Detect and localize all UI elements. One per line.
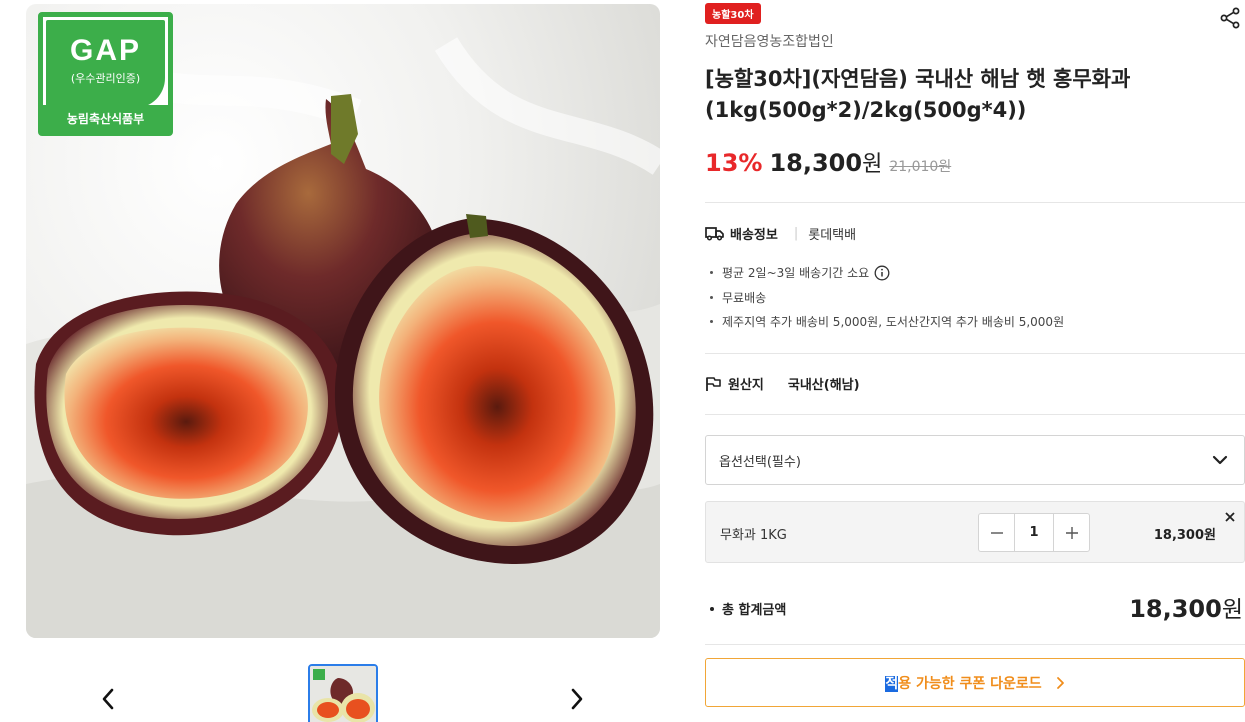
total-amount-unit: 원 [1221,597,1243,623]
price-row: 13% 18,300 원 21,010원 [705,146,951,178]
selected-option-price: 18,300원 [1153,528,1216,543]
close-icon [1225,512,1235,522]
chevron-down-icon [1212,455,1228,465]
quantity-value[interactable]: 1 [1014,514,1054,551]
coupon-download-button[interactable]: 적용 가능한 쿠폰 다운로드 [705,658,1245,707]
thumbnail-1[interactable] [308,664,378,722]
bullet-dot [710,606,714,611]
quantity-decrease-button[interactable] [979,514,1014,551]
gallery-prev-button[interactable] [94,684,122,714]
origin-label: 원산지 [728,378,764,393]
divider [705,644,1245,645]
shipping-label: 배송정보 [730,228,778,243]
share-icon [1220,7,1240,29]
origin-row: 원산지 국내산(해남) [705,374,860,393]
original-price: 21,010원 [889,159,952,175]
divider [705,353,1245,354]
extra-shipping-fee: 제주지역 추가 배송비 5,000원, 도서산간지역 추가 배송비 5,000원 [722,315,1065,329]
origin-value: 국내산(해남) [787,378,860,393]
shipping-details: 평균 2일~3일 배송기간 소요 무료배송 제주지역 추가 배송비 5,000원… [705,261,1064,335]
gap-certification-logo: GAP (우수관리인증) 농림축산식품부 [38,12,173,136]
share-button[interactable] [1218,6,1242,30]
option-select[interactable]: 옵션선택(필수) [705,435,1245,485]
free-shipping: 무료배송 [722,290,767,305]
total-label-text: 총 합계금액 [722,603,787,618]
divider [705,414,1245,415]
total-label: 총 합계금액 [710,599,786,618]
gap-subtitle: (우수관리인증) [70,72,141,85]
total-amount: 18,300원 [1129,590,1243,624]
total-amount-value: 18,300 [1129,595,1222,623]
chevron-right-icon [1056,676,1065,690]
product-info-panel: 농할30차 자연담음영농조합법인 [농할30차](자연담음) 국내산 해남 햇 … [705,0,1245,722]
divider [705,202,1245,203]
gap-ministry: 농림축산식품부 [66,112,145,126]
sale-price-unit: 원 [862,152,883,177]
plus-icon [1065,526,1078,539]
sale-price: 18,300 [769,149,863,177]
info-circle-icon [874,265,890,281]
shipping-detail-item: 무료배송 [705,286,1064,311]
info-icon[interactable] [874,265,890,281]
gap-title: GAP [69,34,141,67]
chevron-left-icon [102,688,114,710]
option-select-placeholder: 옵션선택(필수) [719,454,801,470]
quantity-stepper: 1 [978,513,1090,552]
quantity-increase-button[interactable] [1054,514,1089,551]
minus-icon [990,531,1003,534]
selected-option-item: 무화과 1KG 1 18,300원 [705,501,1245,563]
coupon-text-selection: 적 [885,675,899,692]
flag-icon [706,376,721,391]
shipping-company: 롯데택배 [808,228,857,243]
remove-option-button[interactable] [1224,508,1236,522]
promo-badge: 농할30차 [705,3,761,24]
shipping-header: 배송정보 | 롯데택배 [705,224,856,243]
gallery-next-button[interactable] [563,684,591,714]
delivery-period: 평균 2일~3일 배송기간 소요 [722,266,870,280]
product-main-image[interactable]: GAP (우수관리인증) 농림축산식품부 [26,4,660,638]
coupon-download-label: 적용 가능한 쿠폰 다운로드 [885,673,1042,693]
chevron-right-icon [571,688,583,710]
shipping-separator: | [793,226,799,241]
truck-icon [705,227,724,241]
selected-option-name: 무화과 1KG [720,528,787,543]
discount-rate: 13% [705,149,763,177]
seller-name[interactable]: 자연담음영농조합법인 [705,31,834,51]
thumbnail-image [310,666,376,722]
product-title: [농할30차](자연담음) 국내산 해남 햇 홍무화과 (1kg(500g*2)… [705,67,1131,122]
shipping-detail-item: 제주지역 추가 배송비 5,000원, 도서산간지역 추가 배송비 5,000원 [705,310,1064,335]
shipping-detail-item: 평균 2일~3일 배송기간 소요 [705,261,1064,286]
coupon-text-rest: 용 가능한 쿠폰 다운로드 [898,675,1042,692]
